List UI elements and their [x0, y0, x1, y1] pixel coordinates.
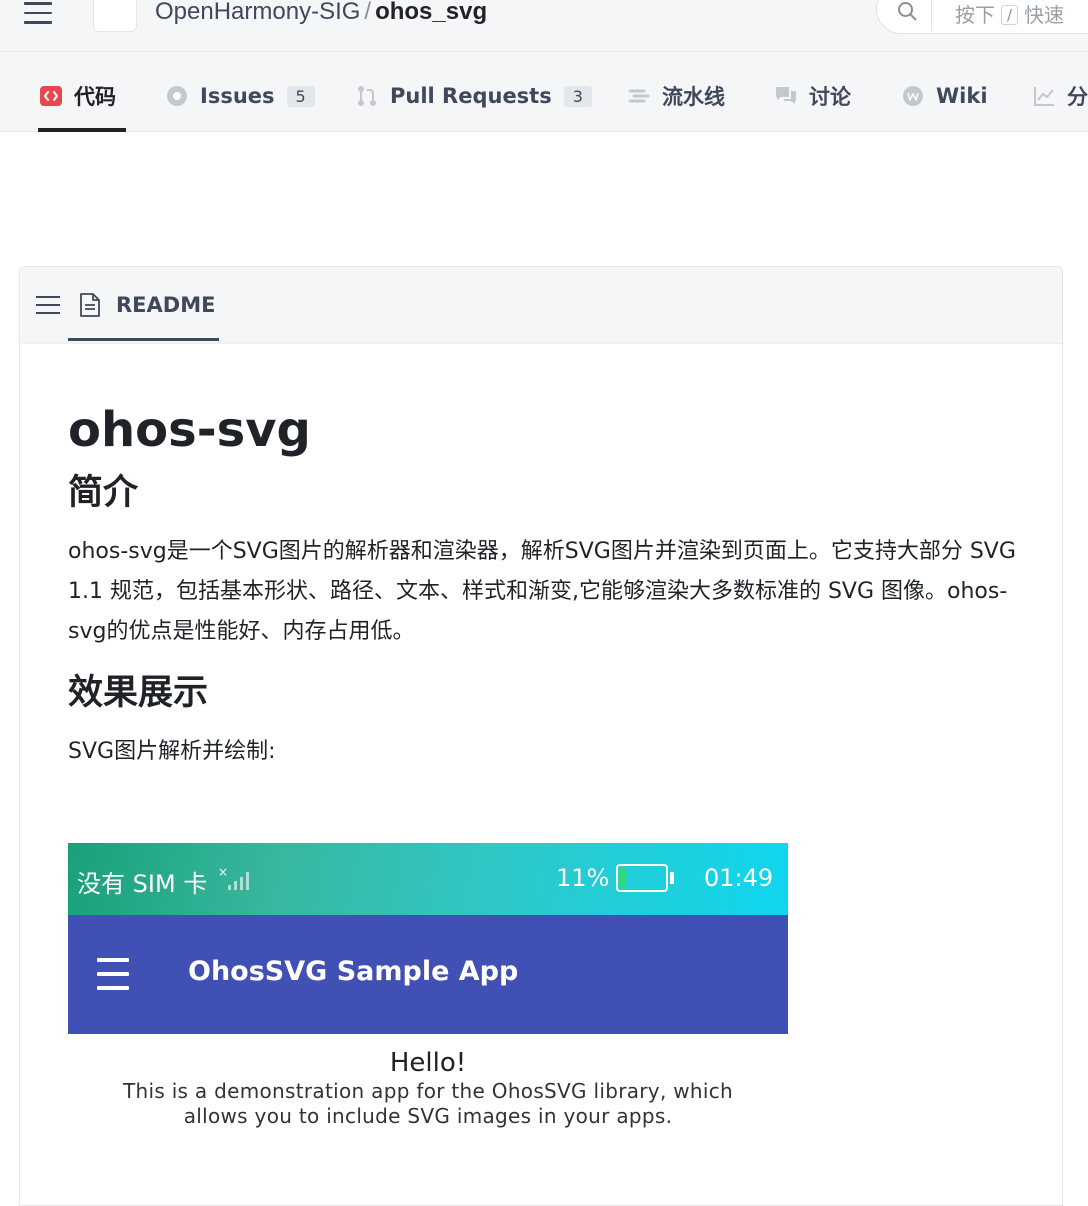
app-menu-icon — [97, 958, 129, 990]
battery-tip — [670, 872, 674, 884]
document-icon — [80, 293, 100, 317]
tab-wiki-label: Wiki — [936, 84, 988, 108]
intro-paragraph: ohos-svg是一个SVG图片的解析器和渲染器，解析SVG图片并渲染到页面上。… — [68, 539, 1016, 645]
readme-tab-label: README — [116, 293, 216, 317]
tab-code-label: 代码 — [74, 85, 116, 109]
demo-heading: 效果展示 — [68, 673, 209, 714]
app-bar: OhosSVG Sample App — [68, 915, 788, 1034]
tab-discussion[interactable]: 讨论 — [775, 81, 851, 111]
pull-requests-count-badge: 3 — [563, 85, 592, 107]
owner-link[interactable]: OpenHarmony-SIG — [155, 0, 360, 25]
tab-pull-requests-label: Pull Requests — [390, 84, 552, 108]
readme-tab-indicator — [68, 338, 219, 341]
tab-wiki[interactable]: Wiki — [902, 81, 988, 111]
top-bar: OpenHarmony-SIG / ohos_svg 按下 / 快速 — [0, 0, 1088, 52]
breadcrumb-separator: / — [364, 0, 372, 25]
issues-count-badge: 5 — [286, 85, 315, 107]
discussion-icon — [776, 87, 796, 104]
readme-header: README — [20, 267, 1062, 344]
chart-icon — [1034, 87, 1054, 106]
clock: 01:49 — [704, 864, 774, 892]
readme-tab[interactable]: README — [80, 293, 215, 317]
tab-pull-requests[interactable]: Pull Requests 3 — [356, 81, 592, 111]
pipeline-icon — [628, 89, 650, 103]
search-hint-prefix: 按下 — [955, 3, 995, 27]
tab-issues[interactable]: Issues 5 — [166, 81, 315, 111]
battery-icon — [616, 864, 668, 892]
tab-analytics-label: 分 — [1067, 85, 1088, 109]
signal-icon: × — [218, 865, 249, 890]
tab-code[interactable]: 代码 — [40, 81, 116, 111]
tab-discussion-label: 讨论 — [809, 85, 851, 109]
readme-title: ohos-svg — [68, 402, 311, 458]
tab-issues-label: Issues — [200, 84, 275, 108]
active-tab-indicator — [38, 128, 126, 132]
intro-heading: 简介 — [68, 473, 139, 514]
commit-time: 30 天前 — [885, 191, 957, 215]
menu-icon[interactable] — [24, 2, 52, 28]
readme-content: ohos-svg 简介 ohos-svg是一个SVG图片的解析器和渲染器，解析S… — [68, 402, 1028, 792]
demo-screenshot: 没有 SIM 卡 × 11% 01:49 OhosSVG Sample App … — [68, 843, 788, 1143]
svg-text:×: × — [218, 865, 228, 879]
hello-text: Hello! — [389, 1048, 467, 1078]
readme-panel: README ohos-svg 简介 ohos-svg是一个SVG图片的解析器和… — [19, 266, 1063, 1206]
repo-link[interactable]: ohos_svg — [375, 0, 487, 25]
battery-percentage: 11% — [556, 864, 610, 892]
commit-message[interactable]: 修复CodeCheck扫描的严重问题，在非promis... — [363, 187, 803, 216]
app-description: This is a demonstration app for the Ohos… — [68, 1079, 788, 1129]
app-title: OhosSVG Sample App — [188, 956, 519, 987]
issue-icon — [167, 86, 187, 106]
app-description-line: allows you to include SVG images in your… — [183, 1104, 673, 1128]
tab-analytics[interactable]: 分 — [1033, 81, 1088, 111]
search-hint-suffix: 快速 — [1024, 3, 1065, 27]
tab-pipeline-label: 流水线 — [662, 85, 725, 109]
search-box[interactable]: 按下 / 快速 — [876, 0, 1088, 34]
code-icon — [40, 86, 62, 106]
pull-request-icon — [358, 86, 376, 106]
repo-avatar[interactable] — [93, 0, 137, 32]
wiki-icon — [903, 86, 923, 106]
breadcrumb: OpenHarmony-SIG / ohos_svg — [155, 0, 487, 26]
tab-pipeline[interactable]: 流水线 — [628, 81, 725, 111]
file-name[interactable]: oh-package.json5 — [87, 187, 264, 211]
search-divider — [931, 0, 932, 31]
outline-list-icon[interactable] — [36, 296, 60, 316]
repo-tabs: 代码 Issues 5 Pull Requests 3 流水线 讨论 Wiki … — [0, 52, 1088, 132]
carrier-text: 没有 SIM 卡 — [77, 870, 208, 898]
file-icon — [54, 189, 72, 211]
search-hint: 按下 / 快速 — [955, 0, 1064, 28]
app-body: Hello! This is a demonstration app for t… — [68, 1034, 788, 1143]
app-description-line: This is a demonstration app for the Ohos… — [122, 1079, 734, 1103]
search-shortcut-key: / — [1001, 5, 1019, 25]
battery-fill — [620, 868, 625, 888]
file-row[interactable]: oh-package.json5 修复CodeCheck扫描的严重问题，在非pr… — [20, 170, 1062, 230]
demo-caption: SVG图片解析并绘制: — [68, 739, 276, 765]
search-icon — [898, 2, 917, 21]
phone-status-bar: 没有 SIM 卡 × 11% 01:49 — [68, 843, 788, 915]
